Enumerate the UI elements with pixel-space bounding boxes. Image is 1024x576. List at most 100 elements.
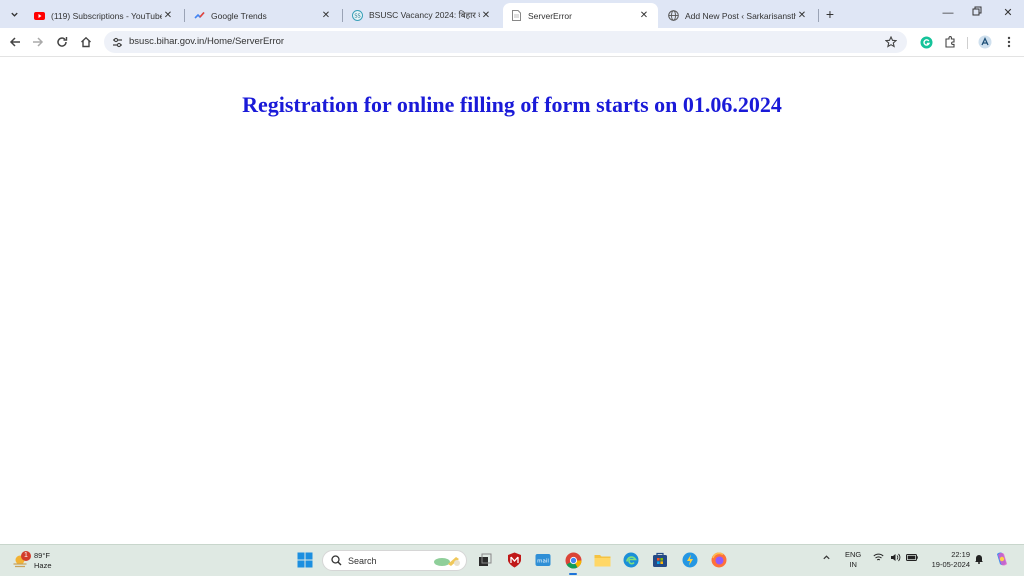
restore-button[interactable] — [963, 4, 991, 22]
close-icon[interactable]: ✕ — [480, 10, 492, 22]
windows-logo-icon — [297, 552, 313, 568]
taskbar-app-mcafee[interactable] — [504, 550, 524, 570]
chevron-down-icon — [10, 12, 18, 17]
tab-title: Google Trends — [211, 10, 267, 21]
region-code: IN — [849, 560, 857, 569]
weather-text: 89°F Haze — [34, 551, 52, 571]
battery-icon — [906, 554, 918, 561]
bell-icon — [975, 555, 983, 564]
tab-search-button[interactable] — [5, 5, 23, 23]
url-text[interactable]: bsusc.bihar.gov.in/Home/ServerError — [129, 31, 284, 53]
tab-divider — [342, 9, 343, 22]
taskbar-app-mail[interactable]: mail — [533, 550, 553, 570]
tab-add-new-post[interactable]: Add New Post ‹ Sarkarisanstha ✕ — [660, 3, 816, 28]
plus-icon: + — [825, 6, 835, 22]
weather-temperature: 89°F — [34, 551, 50, 560]
tab-google-trends[interactable]: Google Trends ✕ — [186, 3, 340, 28]
lightning-app-icon — [682, 552, 698, 568]
back-button[interactable] — [6, 33, 24, 51]
taskbar-app-store[interactable] — [650, 550, 670, 570]
page-content: Registration for online filling of form … — [0, 58, 1024, 544]
chrome-menu-button[interactable] — [1000, 33, 1018, 51]
close-icon[interactable]: ✕ — [320, 10, 332, 22]
globe-icon — [668, 10, 679, 21]
tab-divider — [818, 9, 819, 22]
home-icon — [81, 36, 91, 48]
clock-time: 22:19 — [951, 550, 970, 559]
weather-condition: Haze — [34, 561, 52, 570]
svg-text:mail: mail — [537, 559, 549, 565]
weather-widget[interactable]: 1 89°F Haze — [12, 549, 52, 573]
tab-title: ServerError — [528, 10, 572, 21]
toolbar-divider — [967, 37, 968, 49]
taskbar-search[interactable]: Search — [322, 550, 467, 571]
mcafee-shield-icon — [507, 552, 521, 568]
arrow-left-icon — [9, 37, 20, 47]
search-icon — [331, 555, 342, 566]
tab-title: BSUSC Vacancy 2024: बिहार की — [369, 10, 480, 20]
show-hidden-icons-button[interactable] — [822, 553, 831, 564]
close-icon: ✕ — [1003, 7, 1013, 19]
edge-icon — [623, 552, 639, 568]
tab-strip: (119) Subscriptions - YouTube ✕ Google T… — [0, 0, 1024, 28]
taskbar-app-flash[interactable] — [680, 550, 700, 570]
tab-youtube[interactable]: (119) Subscriptions - YouTube ✕ — [26, 3, 182, 28]
tab-server-error[interactable]: ServerError ✕ — [503, 3, 658, 28]
minimize-icon: — — [942, 7, 954, 19]
minimize-button[interactable]: — — [934, 4, 962, 22]
tab-divider — [184, 9, 185, 22]
start-button[interactable] — [295, 550, 315, 570]
volume-icon — [890, 553, 900, 562]
svg-text:SS: SS — [354, 14, 360, 20]
language-code: ENG — [845, 550, 862, 559]
search-highlight-icon — [434, 557, 460, 566]
puzzle-icon — [945, 36, 955, 48]
close-icon[interactable]: ✕ — [796, 10, 808, 22]
tab-bsusc-vacancy[interactable]: SS BSUSC Vacancy 2024: बिहार की ✕ — [344, 3, 500, 28]
haze-weather-icon: 1 — [12, 551, 31, 569]
arrow-right-icon — [33, 37, 44, 47]
grammarly-extension[interactable] — [917, 33, 935, 51]
reload-icon — [57, 37, 68, 47]
folder-icon — [594, 555, 610, 567]
more-vertical-icon — [1007, 36, 1011, 48]
taskbar-app-firefox[interactable] — [709, 550, 729, 570]
reload-button[interactable] — [53, 33, 71, 51]
chrome-icon — [565, 552, 581, 568]
mail-app-icon: mail — [535, 554, 551, 566]
grammarly-icon — [920, 36, 932, 48]
tab-title: (119) Subscriptions - YouTube — [51, 10, 162, 21]
new-tab-button[interactable]: + — [822, 6, 838, 22]
profile-button[interactable] — [976, 33, 994, 51]
taskbar-app-chrome[interactable] — [563, 550, 583, 570]
system-tray-status[interactable] — [873, 553, 918, 564]
firefox-icon — [711, 552, 727, 568]
store-icon — [653, 552, 667, 567]
youtube-icon — [34, 10, 45, 21]
bookmark-star-icon[interactable] — [883, 34, 899, 50]
task-view-icon — [479, 553, 492, 566]
page-headline: Registration for online filling of form … — [242, 92, 782, 117]
close-icon[interactable]: ✕ — [162, 10, 174, 22]
search-label: Search — [348, 555, 377, 566]
forward-button[interactable] — [29, 33, 47, 51]
address-bar[interactable]: bsusc.bihar.gov.in/Home/ServerError — [104, 31, 907, 53]
taskbar-app-edge[interactable] — [621, 550, 641, 570]
notifications-button[interactable] — [974, 553, 984, 566]
restore-icon — [972, 6, 982, 16]
page-icon — [511, 10, 522, 21]
clock[interactable]: 22:19 19-05-2024 — [924, 550, 970, 570]
taskbar-app-file-explorer[interactable] — [592, 550, 612, 570]
chevron-up-icon — [823, 555, 830, 560]
site-icon: SS — [352, 10, 363, 21]
active-app-indicator — [569, 573, 577, 575]
site-settings-icon[interactable] — [110, 35, 124, 49]
close-icon[interactable]: ✕ — [638, 10, 650, 22]
extensions-button[interactable] — [941, 33, 959, 51]
copilot-button[interactable] — [994, 551, 1010, 569]
home-button[interactable] — [77, 33, 95, 51]
taskbar-app-task-view[interactable] — [475, 550, 495, 570]
input-language-indicator[interactable]: ENG IN — [845, 550, 861, 570]
close-window-button[interactable]: ✕ — [994, 4, 1022, 22]
trends-icon — [194, 10, 205, 21]
